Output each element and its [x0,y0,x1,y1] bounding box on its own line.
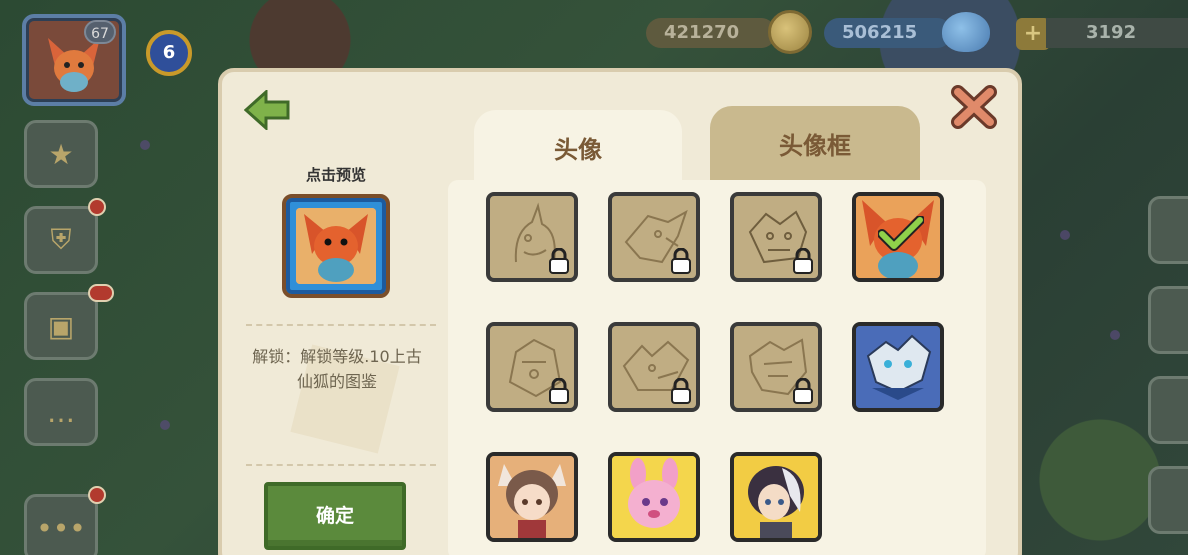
more-button[interactable]: ••• [24,494,98,555]
avatar-cell-cat-girl[interactable] [486,452,578,542]
bag-button[interactable] [1148,466,1188,534]
cat-girl-icon [490,456,574,538]
notification-count-badge[interactable]: 6 [146,30,192,76]
avatar-cell-dragon[interactable] [730,192,822,282]
coin-counter: 421270 [646,18,776,48]
preview-avatar[interactable] [282,194,390,298]
lock-icon [793,248,813,274]
avatar-cell-bone-dragon[interactable] [730,322,822,412]
notification-dot [88,486,106,504]
back-arrow-icon[interactable] [244,90,290,130]
lock-icon [671,378,691,404]
preview-label: 点击预览 [305,166,366,184]
shop-button[interactable] [1148,286,1188,354]
chat-button[interactable]: … [24,378,98,446]
lock-icon [793,378,813,404]
favorites-button[interactable]: ★ [24,120,98,188]
fox-spirit-icon [296,208,376,284]
gem-counter: 506215 [824,18,952,48]
close-icon[interactable] [950,84,998,130]
ice-dragon-icon [856,326,940,408]
background-decor [1060,230,1070,240]
player-level-badge: 67 [84,20,116,44]
notification-dot [88,284,114,302]
chat-bubble-icon: … [47,395,75,429]
more-dots-icon: ••• [36,511,86,545]
hero-button[interactable]: ⛨ [24,206,98,274]
divider [246,324,436,326]
helmet-icon: ⛨ [50,223,72,256]
background-decor [160,420,170,430]
coin-icon [768,10,812,54]
confirm-button[interactable]: 确定 [264,482,406,550]
avatar-cell-armored-beast[interactable] [486,322,578,412]
avatar-cell-silver-hair-boy[interactable] [730,452,822,542]
background-decor [140,140,150,150]
lock-icon [549,378,569,404]
egg-button[interactable] [1148,376,1188,444]
lock-icon [671,248,691,274]
premium-counter: 3192 [1046,18,1188,48]
lock-icon [549,248,569,274]
checkmark-icon [878,216,924,251]
book-icon: ▣ [47,309,75,343]
avatar-cell-pink-bunny[interactable] [608,452,700,542]
divider [246,464,436,466]
quest-button[interactable] [1148,196,1188,264]
gem-bag-icon [942,12,990,52]
background-decor [1110,330,1120,340]
codex-button[interactable]: ▣ [24,292,98,360]
star-icon: ★ [48,137,74,171]
add-currency-button[interactable]: + [1016,18,1050,50]
avatar-cell-ice-dragon[interactable] [852,322,944,412]
avatar-cell-fox-spirit-selected[interactable] [852,192,944,282]
avatar-cell-wolf-dragon[interactable] [608,322,700,412]
avatar-cell-unicorn[interactable] [486,192,578,282]
notification-dot [88,198,106,216]
avatar-cell-eagle[interactable] [608,192,700,282]
unlock-condition-text: 解锁：解锁等级.10上古仙狐的图鉴 [252,347,422,391]
pink-bunny-icon [612,456,696,538]
silver-hair-boy-icon [734,456,818,538]
